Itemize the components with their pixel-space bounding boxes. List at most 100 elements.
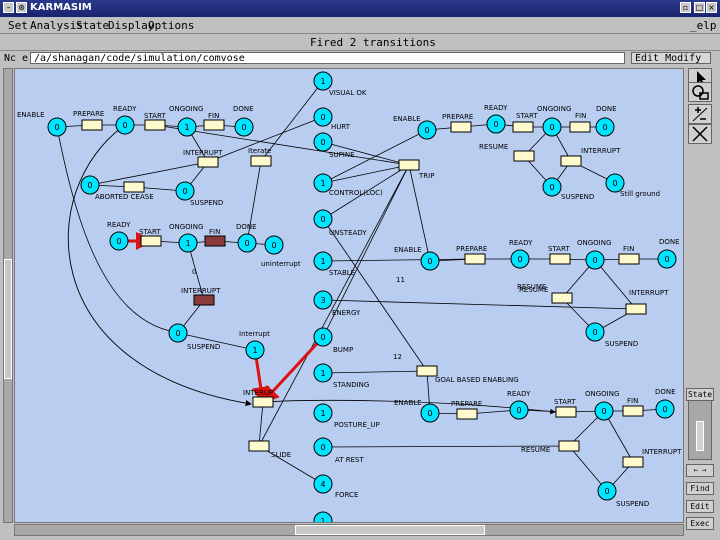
transition-t6[interactable] (123, 181, 145, 193)
mode-selector[interactable]: Edit Modify (631, 52, 711, 64)
petri-net-diagram[interactable]: PREPARE START FIN INTERRUPT Iterate ABORTED C… (15, 69, 683, 522)
transition-label: START (554, 398, 576, 406)
place-label: SUSPEND (616, 500, 649, 508)
place-label: ONGOING (537, 105, 571, 113)
edit-button[interactable]: Edit (686, 500, 714, 513)
menu-set[interactable]: Set (8, 19, 28, 32)
place-label: DONE (659, 238, 680, 246)
slider-range-label: ← → (686, 464, 714, 477)
transition-t13[interactable] (450, 121, 472, 133)
transition-t20[interactable] (618, 253, 640, 265)
place-label: SUPINE (329, 151, 355, 159)
plus-minus-icon (692, 107, 708, 122)
transition-label: PREPARE (451, 400, 482, 408)
arc (56, 126, 186, 334)
net-label: 12 (393, 353, 402, 361)
path-input[interactable]: /a/shanagan/code/simulation/comvose (30, 52, 625, 64)
add-node-tool[interactable] (688, 104, 712, 124)
place-label: Still ground (620, 190, 660, 198)
status-bar: Fired 2 transitions (0, 34, 720, 51)
slider-knob[interactable] (696, 421, 704, 451)
maximize-icon[interactable]: □ (694, 2, 705, 13)
transition-t3[interactable] (203, 119, 225, 131)
transition-label: INTERRUPT (642, 448, 682, 456)
vertical-scroll-thumb[interactable] (4, 259, 12, 379)
place-label: BUMP (333, 346, 353, 354)
horizontal-scrollbar[interactable] (14, 524, 684, 536)
place-label: SUSPEND (605, 340, 638, 348)
exec-button[interactable]: Exec (686, 517, 714, 530)
place-label: AT REST (335, 456, 364, 464)
transition-t11[interactable] (248, 440, 270, 452)
arc (594, 259, 637, 310)
token-count: 1 (184, 123, 189, 132)
transition-label: INTERUP (243, 389, 273, 397)
transition-t21[interactable] (551, 292, 573, 304)
place-label: FORCE (335, 491, 358, 499)
token-count: 0 (320, 138, 325, 147)
transition-label: RESUME (479, 143, 508, 151)
transition-t16[interactable] (513, 150, 535, 162)
menu-options[interactable]: Options (148, 19, 194, 32)
transition-t27[interactable] (558, 440, 580, 452)
transition-t5[interactable] (250, 155, 272, 167)
place-label: UNSTEADY (329, 229, 367, 237)
token-count: 0 (244, 239, 249, 248)
transition-t18[interactable] (464, 253, 486, 265)
pin-icon[interactable]: ⊛ (16, 2, 27, 13)
close-icon[interactable]: × (706, 2, 717, 13)
token-count: 0 (592, 328, 597, 337)
transition-t26[interactable] (622, 405, 644, 417)
transition-t1[interactable] (81, 119, 103, 131)
place-label: DONE (596, 105, 617, 113)
petri-net-canvas[interactable]: PREPARE START FIN INTERRUPT Iterate ABORTED C… (14, 68, 684, 523)
place-label: ENERGY (332, 309, 361, 317)
transition-t10[interactable] (252, 396, 274, 408)
transition-t12[interactable] (398, 159, 420, 171)
transition-label: RESUME (521, 446, 550, 454)
token-count: 0 (175, 329, 180, 338)
transition-t17[interactable] (560, 155, 582, 167)
transition-t23[interactable] (416, 365, 438, 377)
transition-t24[interactable] (456, 408, 478, 420)
delete-tool[interactable] (688, 124, 712, 144)
token-count: 0 (320, 443, 325, 452)
arc (322, 163, 410, 184)
state-slider[interactable] (688, 400, 712, 460)
place-label: HURT (331, 123, 351, 131)
place-label: Interrupt (239, 330, 270, 338)
transition-t8[interactable] (204, 235, 226, 247)
transition-t22[interactable] (625, 303, 647, 315)
vertical-scrollbar[interactable] (3, 68, 13, 523)
token-count: 0 (87, 181, 92, 190)
horizontal-scroll-thumb[interactable] (295, 525, 485, 535)
transition-t2[interactable] (144, 119, 166, 131)
transition-t14[interactable] (512, 121, 534, 133)
transition-t4[interactable] (197, 156, 219, 168)
transition-t9[interactable] (193, 294, 215, 306)
token-count: 0 (320, 113, 325, 122)
token-count: 0 (549, 123, 554, 132)
place-tool[interactable] (688, 82, 712, 102)
transition-label: FIN (575, 112, 586, 120)
find-button[interactable]: Find (686, 482, 714, 495)
path-bar: Nc e: /a/shanagan/code/simulation/comvos… (0, 51, 720, 66)
net-label: RESUME (519, 286, 548, 294)
net-label: 0 (192, 268, 196, 276)
arc (89, 161, 209, 187)
minimize-icon[interactable]: ▫ (680, 2, 691, 13)
menu-help[interactable]: _elp (690, 19, 717, 32)
transition-t15[interactable] (569, 121, 591, 133)
window-menu-icon[interactable]: – (3, 2, 14, 13)
transition-label: INTERRUPT (629, 289, 669, 297)
transition-t25[interactable] (555, 406, 577, 418)
place-label: DONE (236, 223, 257, 231)
transition-label: PREPARE (442, 113, 473, 121)
place-label: ONGOING (577, 239, 611, 247)
transition-label: ABORTED CEASE (95, 193, 154, 201)
transition-t19[interactable] (549, 253, 571, 265)
transition-t28[interactable] (622, 456, 644, 468)
net-label: ENABLE (394, 246, 422, 254)
menu-state[interactable]: State (76, 19, 109, 32)
transition-t7[interactable] (140, 235, 162, 247)
